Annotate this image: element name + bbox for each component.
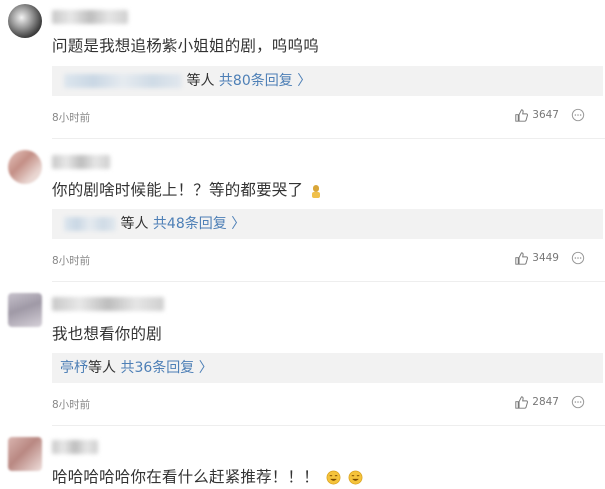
chevron-right-icon: 〉 xyxy=(297,73,312,89)
avatar[interactable] xyxy=(8,150,42,184)
comment-text-content: 哈哈哈哈哈你在看什么赶紧推荐！！！ xyxy=(52,468,319,486)
reply-suffix: 等人 xyxy=(88,360,116,376)
username-blurred[interactable] xyxy=(52,10,128,24)
thumbs-up-icon xyxy=(515,251,529,265)
reply-suffix: 等人 xyxy=(186,73,215,89)
divider xyxy=(52,425,605,426)
comment-time: 8小时前 xyxy=(52,255,91,267)
reply-suffix: 等人 xyxy=(120,216,149,232)
chevron-right-icon: 〉 xyxy=(198,360,213,376)
chevron-right-icon: 〉 xyxy=(231,216,246,232)
laughing-emoji-icon xyxy=(326,470,341,485)
like-count: 3449 xyxy=(532,252,559,264)
username-blurred[interactable] xyxy=(52,297,164,311)
comment-text: 问题是我想追杨紫小姐姐的剧，呜呜呜 xyxy=(52,37,319,55)
comment-time: 8小时前 xyxy=(52,112,91,124)
avatar[interactable] xyxy=(8,293,42,327)
reply-count-link[interactable]: 共36条回复 xyxy=(120,360,194,376)
more-icon[interactable] xyxy=(571,395,585,409)
reply-summary[interactable]: 亭杼等人 共36条回复 〉 xyxy=(52,353,603,383)
comment-time: 8小时前 xyxy=(52,399,91,411)
reply-summary[interactable]: 等人 共48条回复 〉 xyxy=(52,209,603,239)
divider xyxy=(52,281,605,282)
like-count: 3647 xyxy=(532,109,559,121)
divider xyxy=(52,138,605,139)
avatar[interactable] xyxy=(8,4,42,38)
reply-summary[interactable]: 等人 共80条回复 〉 xyxy=(52,66,603,96)
username-blurred[interactable] xyxy=(52,155,110,169)
thumbs-up-icon xyxy=(515,395,529,409)
reply-usernames-blurred xyxy=(64,217,116,231)
reply-count-link[interactable]: 共48条回复 xyxy=(153,216,227,232)
like-button[interactable]: 2847 xyxy=(515,395,585,409)
username-blurred[interactable] xyxy=(52,440,98,454)
thumbs-up-icon xyxy=(515,108,529,122)
laughing-emoji-icon xyxy=(348,470,363,485)
like-button[interactable]: 3647 xyxy=(515,108,585,122)
more-icon[interactable] xyxy=(571,251,585,265)
comment-text: 哈哈哈哈哈你在看什么赶紧推荐！！！ xyxy=(52,465,363,487)
reply-count-link[interactable]: 共80条回复 xyxy=(219,73,293,89)
comment-text: 你的剧啥时候能上！？等的都要哭了 xyxy=(52,178,322,200)
like-count: 2847 xyxy=(532,396,559,408)
comment-text: 我也想看你的剧 xyxy=(52,325,162,343)
reply-usernames-blurred xyxy=(64,74,182,88)
crying-emoji-icon xyxy=(312,184,321,198)
comment-text-content: 你的剧啥时候能上！？等的都要哭了 xyxy=(52,181,304,199)
avatar[interactable] xyxy=(8,437,42,471)
like-button[interactable]: 3449 xyxy=(515,251,585,265)
more-icon[interactable] xyxy=(571,108,585,122)
reply-usernames[interactable]: 亭杼 xyxy=(60,360,88,376)
